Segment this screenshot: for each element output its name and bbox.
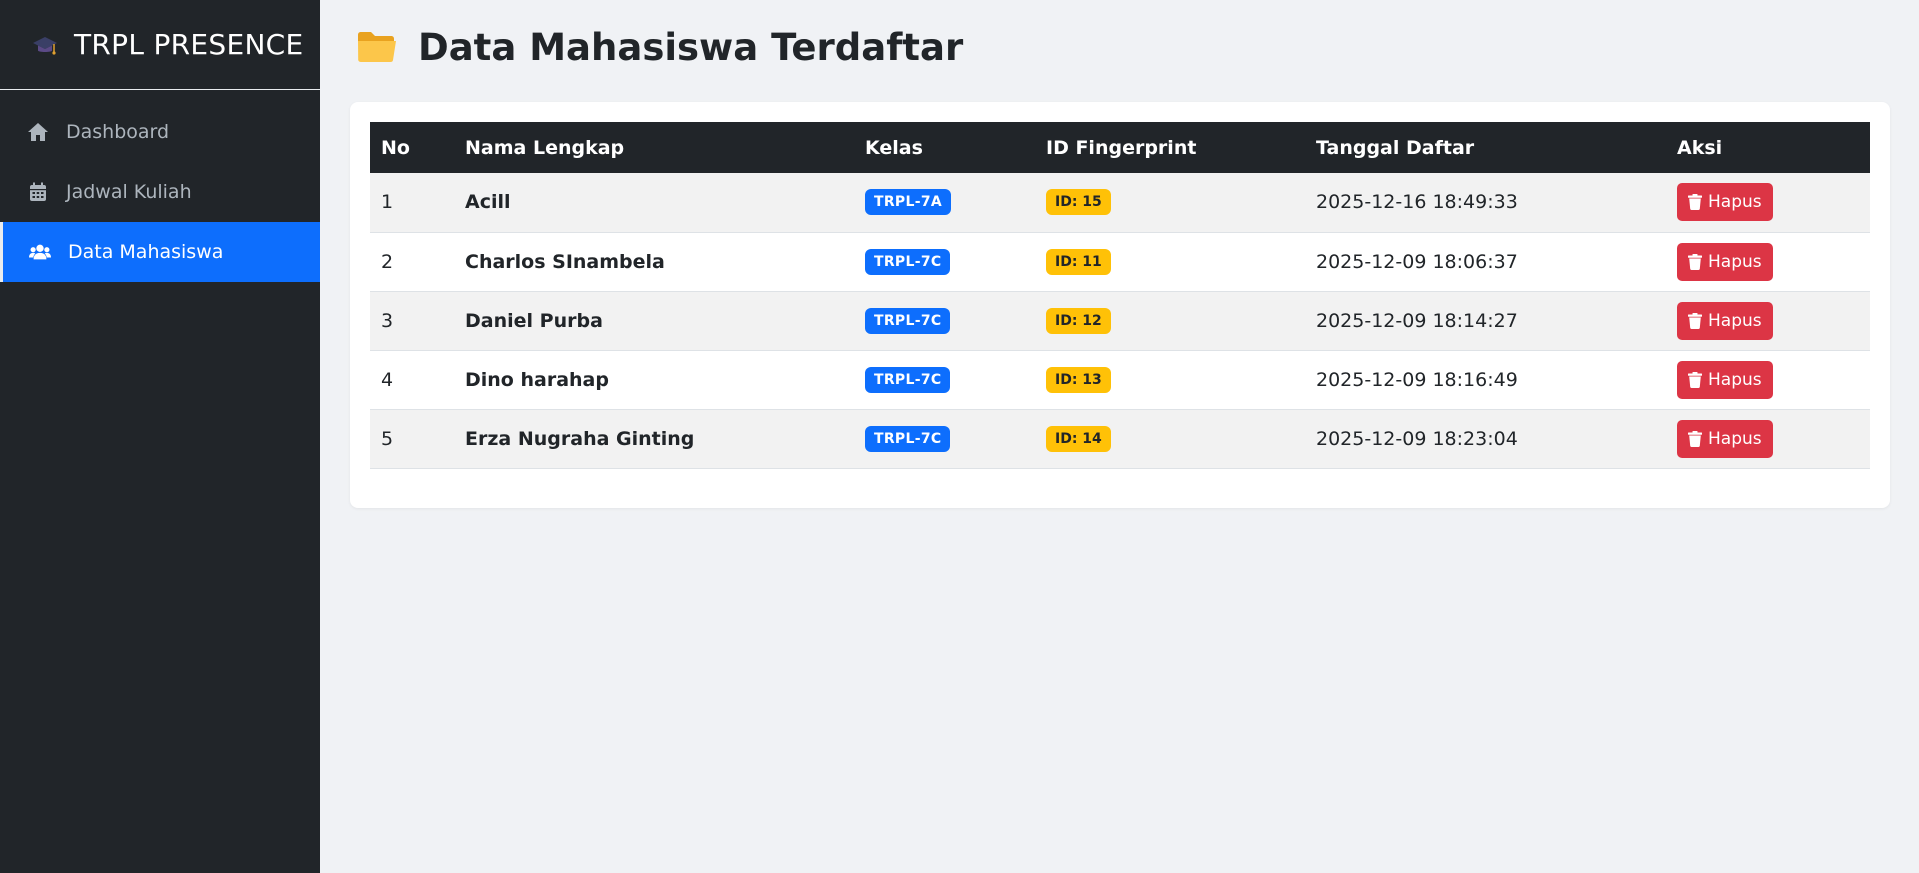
sidebar-item-data-mahasiswa[interactable]: Data Mahasiswa	[0, 222, 320, 282]
table-row: 3 Daniel Purba TRPL-7C ID: 12 2025-12-09…	[370, 291, 1870, 350]
kelas-badge: TRPL-7C	[865, 366, 951, 393]
kelas-cell: TRPL-7C	[854, 232, 1035, 291]
registration-date: 2025-12-09 18:16:49	[1316, 368, 1518, 391]
action-cell: Hapus	[1666, 173, 1870, 232]
delete-button-label: Hapus	[1708, 310, 1762, 331]
registration-date: 2025-12-09 18:14:27	[1316, 309, 1518, 332]
registration-date: 2025-12-09 18:23:04	[1316, 427, 1518, 450]
trash-icon	[1688, 430, 1702, 447]
column-header-kelas: Kelas	[865, 136, 923, 159]
action-cell: Hapus	[1666, 409, 1870, 468]
trash-icon	[1688, 312, 1702, 329]
kelas-cell: TRPL-7C	[854, 291, 1035, 350]
fingerprint-cell: ID: 13	[1035, 350, 1305, 409]
home-icon	[27, 121, 49, 143]
table-row: 5 Erza Nugraha Ginting TRPL-7C ID: 14 20…	[370, 409, 1870, 468]
folder-icon	[356, 29, 418, 67]
column-header-no: No	[381, 136, 410, 159]
sidebar-item-label: Jadwal Kuliah	[66, 181, 192, 203]
kelas-cell: TRPL-7C	[854, 350, 1035, 409]
delete-button[interactable]: Hapus	[1677, 183, 1773, 222]
page-header: Data Mahasiswa Terdaftar	[356, 26, 963, 69]
fingerprint-badge: ID: 14	[1046, 425, 1111, 452]
sidebar-item-jadwal-kuliah[interactable]: Jadwal Kuliah	[0, 162, 320, 222]
delete-button[interactable]: Hapus	[1677, 301, 1773, 340]
delete-button-label: Hapus	[1708, 192, 1762, 213]
kelas-badge: TRPL-7C	[865, 425, 951, 452]
delete-button[interactable]: Hapus	[1677, 419, 1773, 458]
action-cell: Hapus	[1666, 232, 1870, 291]
kelas-badge: TRPL-7A	[865, 189, 951, 216]
delete-button[interactable]: Hapus	[1677, 360, 1773, 399]
row-number: 1	[381, 191, 394, 214]
fingerprint-badge: ID: 15	[1046, 189, 1111, 216]
column-header-fingerprint: ID Fingerprint	[1046, 136, 1197, 159]
sidebar-item-dashboard[interactable]: Dashboard	[0, 102, 320, 162]
table-row: 4 Dino harahap TRPL-7C ID: 13 2025-12-09…	[370, 350, 1870, 409]
column-header-aksi: Aksi	[1677, 136, 1723, 159]
registration-date: 2025-12-16 18:49:33	[1316, 191, 1518, 214]
student-name: Charlos SInambela	[465, 250, 665, 273]
row-number: 3	[381, 309, 394, 332]
fingerprint-badge: ID: 12	[1046, 307, 1111, 334]
brand[interactable]: TRPL PRESENCE	[0, 0, 320, 90]
students-card: No Nama Lengkap Kelas ID Fingerprint Tan…	[350, 102, 1890, 508]
brand-title: TRPL PRESENCE	[74, 28, 304, 61]
table-header-row: No Nama Lengkap Kelas ID Fingerprint Tan…	[370, 122, 1870, 173]
row-number: 5	[381, 427, 394, 450]
fingerprint-badge: ID: 13	[1046, 366, 1111, 393]
kelas-cell: TRPL-7A	[854, 173, 1035, 232]
action-cell: Hapus	[1666, 291, 1870, 350]
fingerprint-cell: ID: 14	[1035, 409, 1305, 468]
table-row: 2 Charlos SInambela TRPL-7C ID: 11 2025-…	[370, 232, 1870, 291]
trash-icon	[1688, 194, 1702, 211]
student-name: Acill	[465, 191, 511, 214]
users-icon	[29, 241, 51, 263]
delete-button-label: Hapus	[1708, 428, 1762, 449]
fingerprint-cell: ID: 15	[1035, 173, 1305, 232]
calendar-icon	[27, 181, 49, 203]
fingerprint-cell: ID: 12	[1035, 291, 1305, 350]
sidebar-nav: Dashboard Jadwal Kuliah Data Mahasiswa	[0, 102, 320, 282]
registration-date: 2025-12-09 18:06:37	[1316, 250, 1518, 273]
table-row: 1 Acill TRPL-7A ID: 15 2025-12-16 18:49:…	[370, 173, 1870, 232]
column-header-nama: Nama Lengkap	[465, 136, 625, 159]
trash-icon	[1688, 371, 1702, 388]
students-table: No Nama Lengkap Kelas ID Fingerprint Tan…	[370, 122, 1870, 469]
delete-button-label: Hapus	[1708, 251, 1762, 272]
delete-button-label: Hapus	[1708, 369, 1762, 390]
sidebar-item-label: Dashboard	[66, 121, 170, 143]
kelas-badge: TRPL-7C	[865, 307, 951, 334]
row-number: 2	[381, 250, 394, 273]
student-name: Dino harahap	[465, 368, 609, 391]
student-name: Daniel Purba	[465, 309, 603, 332]
fingerprint-badge: ID: 11	[1046, 248, 1111, 275]
column-header-tanggal: Tanggal Daftar	[1316, 136, 1475, 159]
main-content: Data Mahasiswa Terdaftar No Nama Lengkap…	[320, 0, 1919, 873]
graduation-cap-icon	[32, 32, 58, 58]
kelas-cell: TRPL-7C	[854, 409, 1035, 468]
delete-button[interactable]: Hapus	[1677, 242, 1773, 281]
row-number: 4	[381, 368, 394, 391]
page-title: Data Mahasiswa Terdaftar	[418, 26, 964, 69]
student-name: Erza Nugraha Ginting	[465, 427, 695, 450]
sidebar-item-label: Data Mahasiswa	[68, 241, 224, 263]
action-cell: Hapus	[1666, 350, 1870, 409]
trash-icon	[1688, 253, 1702, 270]
kelas-badge: TRPL-7C	[865, 248, 951, 275]
sidebar: TRPL PRESENCE Dashboard Jadwal Kuliah Da…	[0, 0, 320, 873]
fingerprint-cell: ID: 11	[1035, 232, 1305, 291]
